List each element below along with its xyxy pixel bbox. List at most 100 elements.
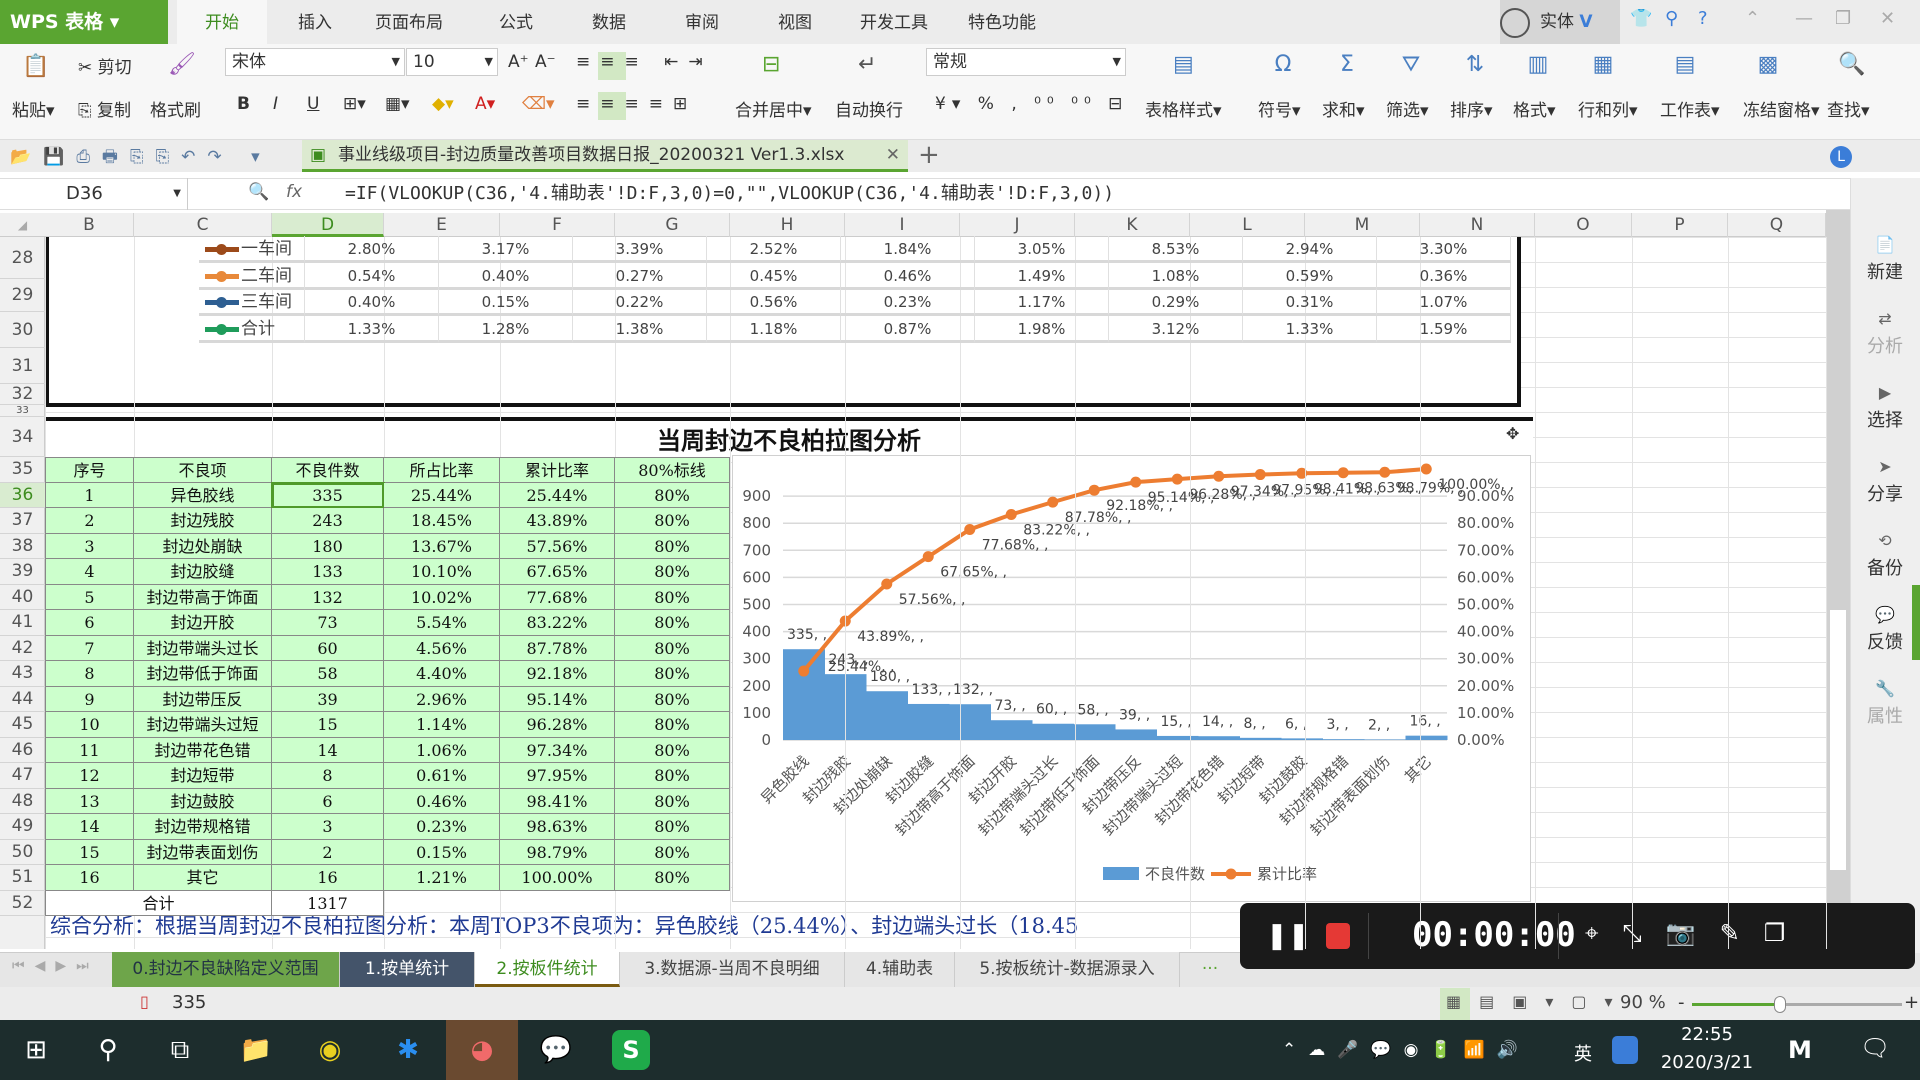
sort-button[interactable]: 排序▾ [1450,96,1493,121]
table-cell[interactable]: 4 [45,559,134,585]
sidebar-item-4[interactable]: ⟲ 备份 [1850,531,1920,580]
view-mode-icons[interactable]: ▦▤▣▾▢▾ [1446,992,1631,1011]
row-header-51[interactable]: 51 [0,865,45,891]
selected-cell[interactable]: 335 [271,481,385,509]
table-cell[interactable]: 封边带表面划伤 [134,839,272,865]
table-cell[interactable]: 97.95% [500,763,615,789]
freeze-panes-button[interactable]: 冻结窗格▾ [1743,96,1820,121]
table-cell[interactable]: 6 [272,788,384,814]
app-icon[interactable]: ◉ [310,1030,350,1070]
stop-button[interactable] [1326,923,1350,949]
table-cell[interactable]: 封边带端头过短 [134,712,272,738]
column-header-D[interactable]: D [272,213,384,237]
table-cell[interactable]: 封边胶缝 [134,559,272,585]
sidebar-item-6[interactable]: 🔧 属性 [1850,679,1920,728]
ime-indicator[interactable]: 英 [1574,1040,1592,1066]
wrap-text-button[interactable]: 自动换行 [835,96,903,121]
row-header-33[interactable]: 33 [0,405,45,417]
freeze-panes-icon[interactable]: ▩ [1753,52,1783,77]
column-header-M[interactable]: M [1305,213,1420,237]
vertical-scrollbar[interactable] [1826,210,1850,953]
menu-tab-8[interactable]: 特色功能 [962,0,1042,44]
menu-tab-0[interactable]: 开始 [177,0,267,44]
paste-button[interactable]: 粘贴▾ [12,96,55,121]
filter-button[interactable]: 筛选▾ [1386,96,1429,121]
table-cell[interactable]: 98.79% [500,839,615,865]
bold-button[interactable]: B [237,94,250,114]
collapse-ribbon-icon[interactable]: ⌃ [1745,8,1760,29]
pause-button[interactable]: ❚❚ [1266,921,1310,951]
quick-access-icons[interactable]: 📂💾⎙🖶⎘⎘↶↷ ▾ [10,144,272,173]
scrollbar-thumb[interactable] [1830,610,1846,870]
find-button[interactable]: 查找▾ [1827,96,1870,121]
start-button[interactable]: ⊞ [16,1030,56,1070]
table-cell[interactable]: 60 [272,635,384,661]
table-cell[interactable]: 80% [615,686,730,712]
row-header-29[interactable]: 29 [0,279,45,312]
table-cell[interactable]: 25.44% [500,482,615,508]
table-cell[interactable]: 5 [45,584,134,610]
name-box[interactable]: D36 ▼ [0,178,188,210]
move-handle-icon[interactable]: ✥ [1506,424,1519,443]
table-cell[interactable]: 98.63% [500,814,615,840]
zoom-out-button[interactable]: - [1678,992,1685,1013]
help-icon[interactable]: ? [1698,8,1708,29]
task-view-icon[interactable]: ⧉ [160,1030,200,1070]
new-tab-button[interactable]: + [918,140,940,170]
row-header-35[interactable]: 35 [0,457,45,483]
row-header-30[interactable]: 30 [0,312,45,348]
table-cell[interactable]: 3 [45,533,134,559]
sum-icon[interactable]: Σ [1332,52,1362,77]
table-cell[interactable]: 180 [272,533,384,559]
table-cell[interactable]: 10.02% [384,584,500,610]
skin-icon[interactable]: 👕 [1630,8,1652,29]
row-header-34[interactable]: 34 [0,417,45,457]
table-cell[interactable]: 96.28% [500,712,615,738]
table-cell[interactable]: 14 [272,737,384,763]
sum-button[interactable]: 求和▾ [1322,96,1365,121]
table-cell[interactable]: 9 [45,686,134,712]
avatar[interactable] [1500,8,1530,38]
table-cell[interactable]: 80% [615,482,730,508]
merge-icon[interactable]: ⊟ [762,52,780,77]
table-cell[interactable]: 43.89% [500,508,615,534]
row-header-37[interactable]: 37 [0,508,45,534]
column-header-F[interactable]: F [500,213,615,237]
symbol-icon[interactable]: Ω [1268,52,1298,77]
document-tab[interactable]: ▣ 事业线级项目-封边质量改善项目数据日报_20200321 Ver1.3.xls… [302,140,908,172]
row-header-46[interactable]: 46 [0,738,45,763]
column-header-B[interactable]: B [45,213,134,237]
column-header-J[interactable]: J [960,213,1075,237]
sidebar-item-2[interactable]: ▶ 选择 [1850,383,1920,432]
close-tab-icon[interactable]: ✕ [886,140,900,170]
merge-center-button[interactable]: 合并居中▾ [735,96,812,121]
paste-icon[interactable]: 📋 [22,54,49,79]
table-cell[interactable]: 4.40% [384,661,500,687]
column-header-N[interactable]: N [1420,213,1535,237]
row-header-31[interactable]: 31 [0,348,45,384]
row-header-32[interactable]: 32 [0,384,45,405]
table-cell[interactable]: 18.45% [384,508,500,534]
format-icon[interactable]: ▥ [1523,52,1553,77]
column-header-E[interactable]: E [384,213,500,237]
column-header-C[interactable]: C [134,213,272,237]
app-star-icon[interactable]: ✱ [388,1030,428,1070]
table-cell[interactable]: 80% [615,559,730,585]
sort-icon[interactable]: ⇅ [1460,52,1490,77]
table-cell[interactable]: 80% [615,508,730,534]
table-cell[interactable]: 10.10% [384,559,500,585]
more-sheets-button[interactable]: ··· [1190,952,1230,987]
table-cell[interactable]: 封边开胶 [134,610,272,636]
table-cell[interactable]: 100.00% [500,865,615,891]
menu-tab-2[interactable]: 页面布局 [369,0,449,44]
column-header-Q[interactable]: Q [1728,213,1826,237]
row-header-41[interactable]: 41 [0,610,45,636]
table-cell[interactable]: 2.96% [384,686,500,712]
table-cell[interactable]: 0.23% [384,814,500,840]
table-cell[interactable]: 1 [45,482,134,508]
qq-icon[interactable] [1612,1036,1638,1064]
format-button[interactable]: 格式▾ [1513,96,1556,121]
select-all-button[interactable]: ◢ [0,213,45,237]
table-cell[interactable]: 封边带低于饰面 [134,661,272,687]
table-cell[interactable]: 58 [272,661,384,687]
